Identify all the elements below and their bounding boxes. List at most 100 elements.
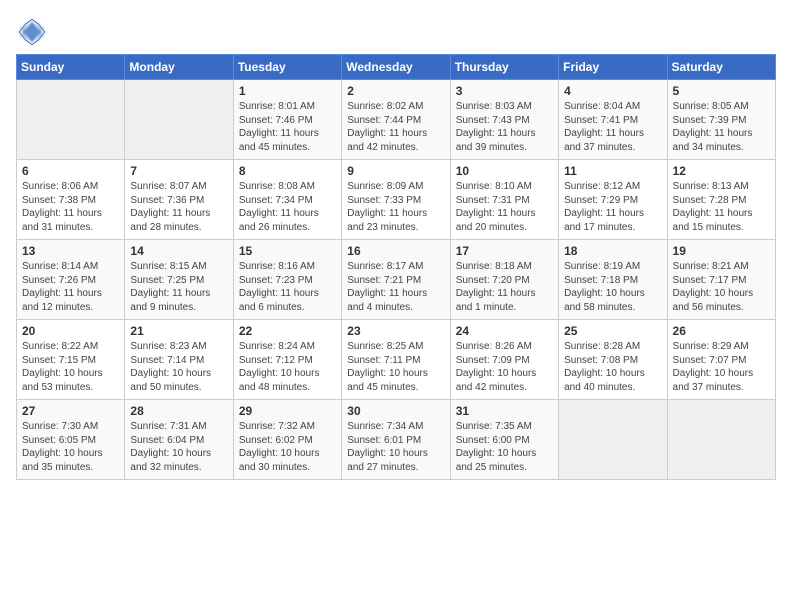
- day-number: 27: [22, 404, 119, 418]
- calendar-cell: 30Sunrise: 7:34 AM Sunset: 6:01 PM Dayli…: [342, 400, 450, 480]
- day-number: 31: [456, 404, 553, 418]
- day-info: Sunrise: 8:10 AM Sunset: 7:31 PM Dayligh…: [456, 180, 553, 234]
- day-info: Sunrise: 8:28 AM Sunset: 7:08 PM Dayligh…: [564, 340, 661, 394]
- day-number: 1: [239, 84, 336, 98]
- calendar-cell: 22 Sunrise: 8:24 AM Sunset: 7:12 PM Dayli…: [233, 320, 341, 400]
- day-number: 21: [130, 324, 227, 338]
- day-info: Sunrise: 8:17 AM Sunset: 7:21 PM Dayligh…: [347, 260, 444, 314]
- day-info: Sunrise: 7:35 AM Sunset: 6:00 PM Dayligh…: [456, 420, 553, 474]
- calendar-cell: 28Sunrise: 7:31 AM Sunset: 6:04 PM Dayli…: [125, 400, 233, 480]
- weekday-header: Wednesday: [342, 55, 450, 80]
- calendar-week-row: 13Sunrise: 8:14 AM Sunset: 7:26 PM Dayli…: [17, 240, 776, 320]
- day-info: Sunrise: 8:04 AM Sunset: 7:41 PM Dayligh…: [564, 100, 661, 154]
- day-number: 12: [673, 164, 770, 178]
- calendar-cell: 9 Sunrise: 8:09 AM Sunset: 7:33 PM Daylig…: [342, 160, 450, 240]
- calendar-cell: 18 Sunrise: 8:19 AM Sunset: 7:18 PM Dayli…: [559, 240, 667, 320]
- calendar-cell: 10Sunrise: 8:10 AM Sunset: 7:31 PM Dayli…: [450, 160, 558, 240]
- calendar-cell: 16 Sunrise: 8:17 AM Sunset: 7:21 PM Dayli…: [342, 240, 450, 320]
- day-info: Sunrise: 8:06 AM Sunset: 7:38 PM Dayligh…: [22, 180, 119, 234]
- day-info: Sunrise: 8:12 AM Sunset: 7:29 PM Dayligh…: [564, 180, 661, 234]
- day-number: 7: [130, 164, 227, 178]
- day-info: Sunrise: 8:08 AM Sunset: 7:34 PM Dayligh…: [239, 180, 336, 234]
- day-info: Sunrise: 8:09 AM Sunset: 7:33 PM Dayligh…: [347, 180, 444, 234]
- weekday-header: Thursday: [450, 55, 558, 80]
- weekday-header: Friday: [559, 55, 667, 80]
- day-info: Sunrise: 8:05 AM Sunset: 7:39 PM Dayligh…: [673, 100, 770, 154]
- calendar-cell: 1 Sunrise: 8:01 AM Sunset: 7:46 PM Daylig…: [233, 80, 341, 160]
- calendar-header-row: SundayMondayTuesdayWednesdayThursdayFrid…: [17, 55, 776, 80]
- calendar-cell: 6Sunrise: 8:06 AM Sunset: 7:38 PM Daylig…: [17, 160, 125, 240]
- day-number: 9: [347, 164, 444, 178]
- calendar-cell: 20 Sunrise: 8:22 AM Sunset: 7:15 PM Dayli…: [17, 320, 125, 400]
- day-info: Sunrise: 8:19 AM Sunset: 7:18 PM Dayligh…: [564, 260, 661, 314]
- day-info: Sunrise: 7:31 AM Sunset: 6:04 PM Dayligh…: [130, 420, 227, 474]
- day-info: Sunrise: 8:13 AM Sunset: 7:28 PM Dayligh…: [673, 180, 770, 234]
- day-info: Sunrise: 8:07 AM Sunset: 7:36 PM Dayligh…: [130, 180, 227, 234]
- day-info: Sunrise: 8:15 AM Sunset: 7:25 PM Dayligh…: [130, 260, 227, 314]
- calendar-cell: 31 Sunrise: 7:35 AM Sunset: 6:00 PM Dayli…: [450, 400, 558, 480]
- logo: [16, 16, 52, 48]
- calendar-week-row: 20 Sunrise: 8:22 AM Sunset: 7:15 PM Dayli…: [17, 320, 776, 400]
- weekday-header: Monday: [125, 55, 233, 80]
- day-number: 18: [564, 244, 661, 258]
- day-info: Sunrise: 7:30 AM Sunset: 6:05 PM Dayligh…: [22, 420, 119, 474]
- day-number: 15: [239, 244, 336, 258]
- day-number: 11: [564, 164, 661, 178]
- calendar-cell: 2Sunrise: 8:02 AM Sunset: 7:44 PM Daylig…: [342, 80, 450, 160]
- calendar-cell: 13Sunrise: 8:14 AM Sunset: 7:26 PM Dayli…: [17, 240, 125, 320]
- day-number: 17: [456, 244, 553, 258]
- logo-icon: [16, 16, 48, 48]
- day-number: 23: [347, 324, 444, 338]
- day-info: Sunrise: 8:25 AM Sunset: 7:11 PM Dayligh…: [347, 340, 444, 394]
- calendar-cell: 8 Sunrise: 8:08 AM Sunset: 7:34 PM Daylig…: [233, 160, 341, 240]
- day-number: 8: [239, 164, 336, 178]
- calendar-cell: 12 Sunrise: 8:13 AM Sunset: 7:28 PM Dayli…: [667, 160, 775, 240]
- day-info: Sunrise: 8:26 AM Sunset: 7:09 PM Dayligh…: [456, 340, 553, 394]
- day-number: 24: [456, 324, 553, 338]
- calendar-cell: 24 Sunrise: 8:26 AM Sunset: 7:09 PM Dayli…: [450, 320, 558, 400]
- day-number: 20: [22, 324, 119, 338]
- calendar-week-row: 6Sunrise: 8:06 AM Sunset: 7:38 PM Daylig…: [17, 160, 776, 240]
- day-number: 4: [564, 84, 661, 98]
- day-number: 29: [239, 404, 336, 418]
- day-number: 3: [456, 84, 553, 98]
- calendar-cell: 26Sunrise: 8:29 AM Sunset: 7:07 PM Dayli…: [667, 320, 775, 400]
- day-info: Sunrise: 8:24 AM Sunset: 7:12 PM Dayligh…: [239, 340, 336, 394]
- calendar-cell: 3 Sunrise: 8:03 AM Sunset: 7:43 PM Daylig…: [450, 80, 558, 160]
- page-container: SundayMondayTuesdayWednesdayThursdayFrid…: [0, 0, 792, 488]
- day-number: 5: [673, 84, 770, 98]
- day-info: Sunrise: 8:03 AM Sunset: 7:43 PM Dayligh…: [456, 100, 553, 154]
- weekday-header: Sunday: [17, 55, 125, 80]
- day-info: Sunrise: 7:34 AM Sunset: 6:01 PM Dayligh…: [347, 420, 444, 474]
- day-info: Sunrise: 8:02 AM Sunset: 7:44 PM Dayligh…: [347, 100, 444, 154]
- day-number: 16: [347, 244, 444, 258]
- calendar-cell: 19Sunrise: 8:21 AM Sunset: 7:17 PM Dayli…: [667, 240, 775, 320]
- calendar-cell: [125, 80, 233, 160]
- day-info: Sunrise: 8:01 AM Sunset: 7:46 PM Dayligh…: [239, 100, 336, 154]
- calendar-cell: 25 Sunrise: 8:28 AM Sunset: 7:08 PM Dayli…: [559, 320, 667, 400]
- calendar-week-row: 1 Sunrise: 8:01 AM Sunset: 7:46 PM Daylig…: [17, 80, 776, 160]
- day-number: 14: [130, 244, 227, 258]
- calendar-cell: 17 Sunrise: 8:18 AM Sunset: 7:20 PM Dayli…: [450, 240, 558, 320]
- calendar-week-row: 27 Sunrise: 7:30 AM Sunset: 6:05 PM Dayli…: [17, 400, 776, 480]
- calendar-cell: 29Sunrise: 7:32 AM Sunset: 6:02 PM Dayli…: [233, 400, 341, 480]
- calendar-cell: 15Sunrise: 8:16 AM Sunset: 7:23 PM Dayli…: [233, 240, 341, 320]
- calendar: SundayMondayTuesdayWednesdayThursdayFrid…: [16, 54, 776, 480]
- calendar-cell: [667, 400, 775, 480]
- day-number: 22: [239, 324, 336, 338]
- day-info: Sunrise: 8:18 AM Sunset: 7:20 PM Dayligh…: [456, 260, 553, 314]
- day-number: 26: [673, 324, 770, 338]
- header: [16, 16, 776, 48]
- calendar-cell: 21 Sunrise: 8:23 AM Sunset: 7:14 PM Dayli…: [125, 320, 233, 400]
- weekday-header: Tuesday: [233, 55, 341, 80]
- day-info: Sunrise: 8:21 AM Sunset: 7:17 PM Dayligh…: [673, 260, 770, 314]
- calendar-cell: 4 Sunrise: 8:04 AM Sunset: 7:41 PM Daylig…: [559, 80, 667, 160]
- day-info: Sunrise: 8:23 AM Sunset: 7:14 PM Dayligh…: [130, 340, 227, 394]
- calendar-cell: 7 Sunrise: 8:07 AM Sunset: 7:36 PM Daylig…: [125, 160, 233, 240]
- day-number: 25: [564, 324, 661, 338]
- calendar-cell: 27 Sunrise: 7:30 AM Sunset: 6:05 PM Dayli…: [17, 400, 125, 480]
- day-number: 13: [22, 244, 119, 258]
- day-info: Sunrise: 8:22 AM Sunset: 7:15 PM Dayligh…: [22, 340, 119, 394]
- calendar-cell: [559, 400, 667, 480]
- calendar-cell: 11 Sunrise: 8:12 AM Sunset: 7:29 PM Dayli…: [559, 160, 667, 240]
